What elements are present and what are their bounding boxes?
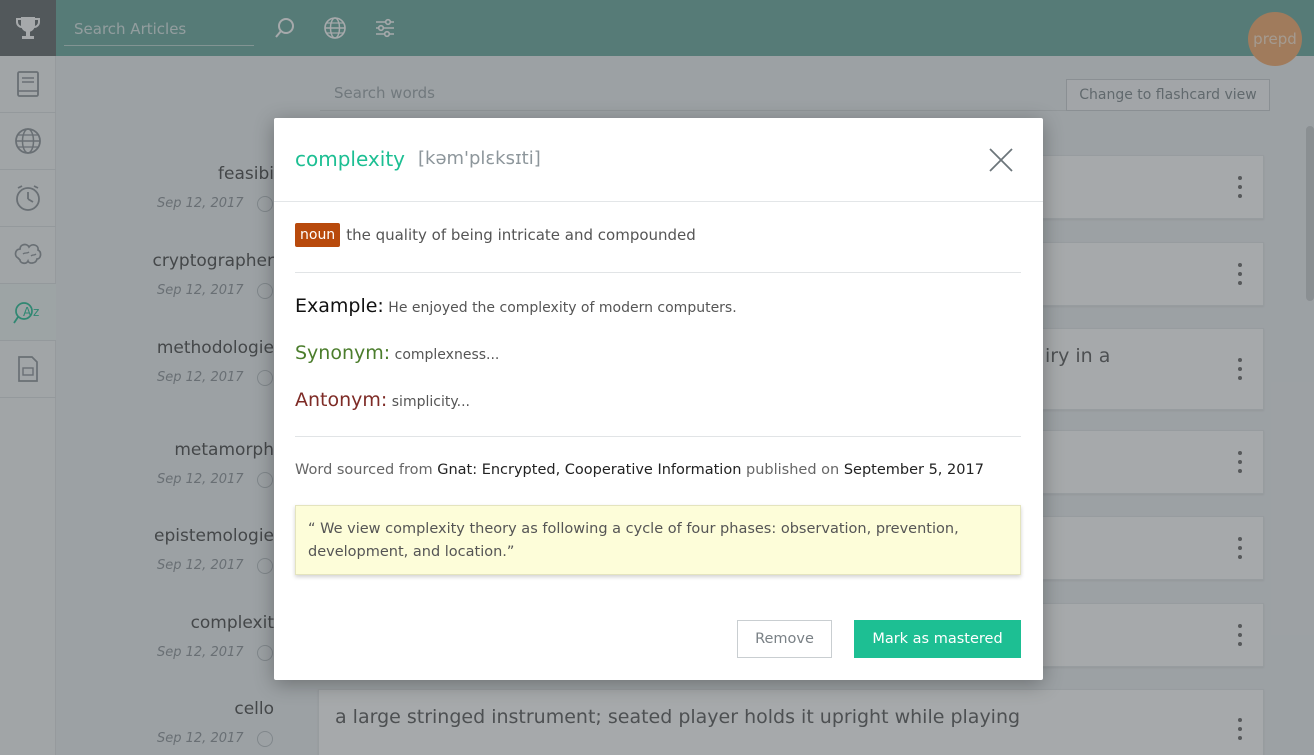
- part-of-speech-badge: noun: [295, 223, 341, 247]
- example-row: Example: He enjoyed the complexity of mo…: [295, 295, 737, 317]
- antonym-label: Antonym:: [295, 389, 388, 411]
- source-quote: “ We view complexity theory as following…: [295, 505, 1021, 575]
- modal-pronunciation: [kəm'plɛksɪti]: [418, 148, 541, 169]
- modal-header: complexity [kəm'plɛksɪti]: [274, 118, 1043, 202]
- source-prefix: Word sourced from: [295, 462, 433, 478]
- synonym-row: Synonym: complexness...: [295, 342, 499, 364]
- source-article-link[interactable]: Gnat: Encrypted, Cooperative Information: [437, 462, 741, 478]
- synonym-label: Synonym:: [295, 342, 391, 364]
- synonym-text: complexness...: [394, 347, 500, 363]
- modal-word: complexity: [295, 147, 405, 171]
- divider: [295, 272, 1021, 273]
- divider: [295, 436, 1021, 437]
- mark-mastered-button[interactable]: Mark as mastered: [854, 620, 1021, 658]
- word-detail-modal: complexity [kəm'plɛksɪti] noun the quali…: [274, 118, 1043, 680]
- source-line: Word sourced from Gnat: Encrypted, Coope…: [295, 462, 984, 478]
- published-date: September 5, 2017: [843, 462, 984, 478]
- example-text: He enjoyed the complexity of modern comp…: [388, 300, 737, 316]
- close-icon[interactable]: [987, 146, 1015, 174]
- published-prefix: published on: [746, 462, 840, 478]
- definition-text: the quality of being intricate and compo…: [346, 226, 696, 244]
- example-label: Example:: [295, 295, 384, 317]
- definition-row: noun the quality of being intricate and …: [295, 223, 696, 247]
- antonym-row: Antonym: simplicity...: [295, 389, 470, 411]
- antonym-text: simplicity...: [391, 394, 470, 410]
- remove-button[interactable]: Remove: [737, 620, 832, 658]
